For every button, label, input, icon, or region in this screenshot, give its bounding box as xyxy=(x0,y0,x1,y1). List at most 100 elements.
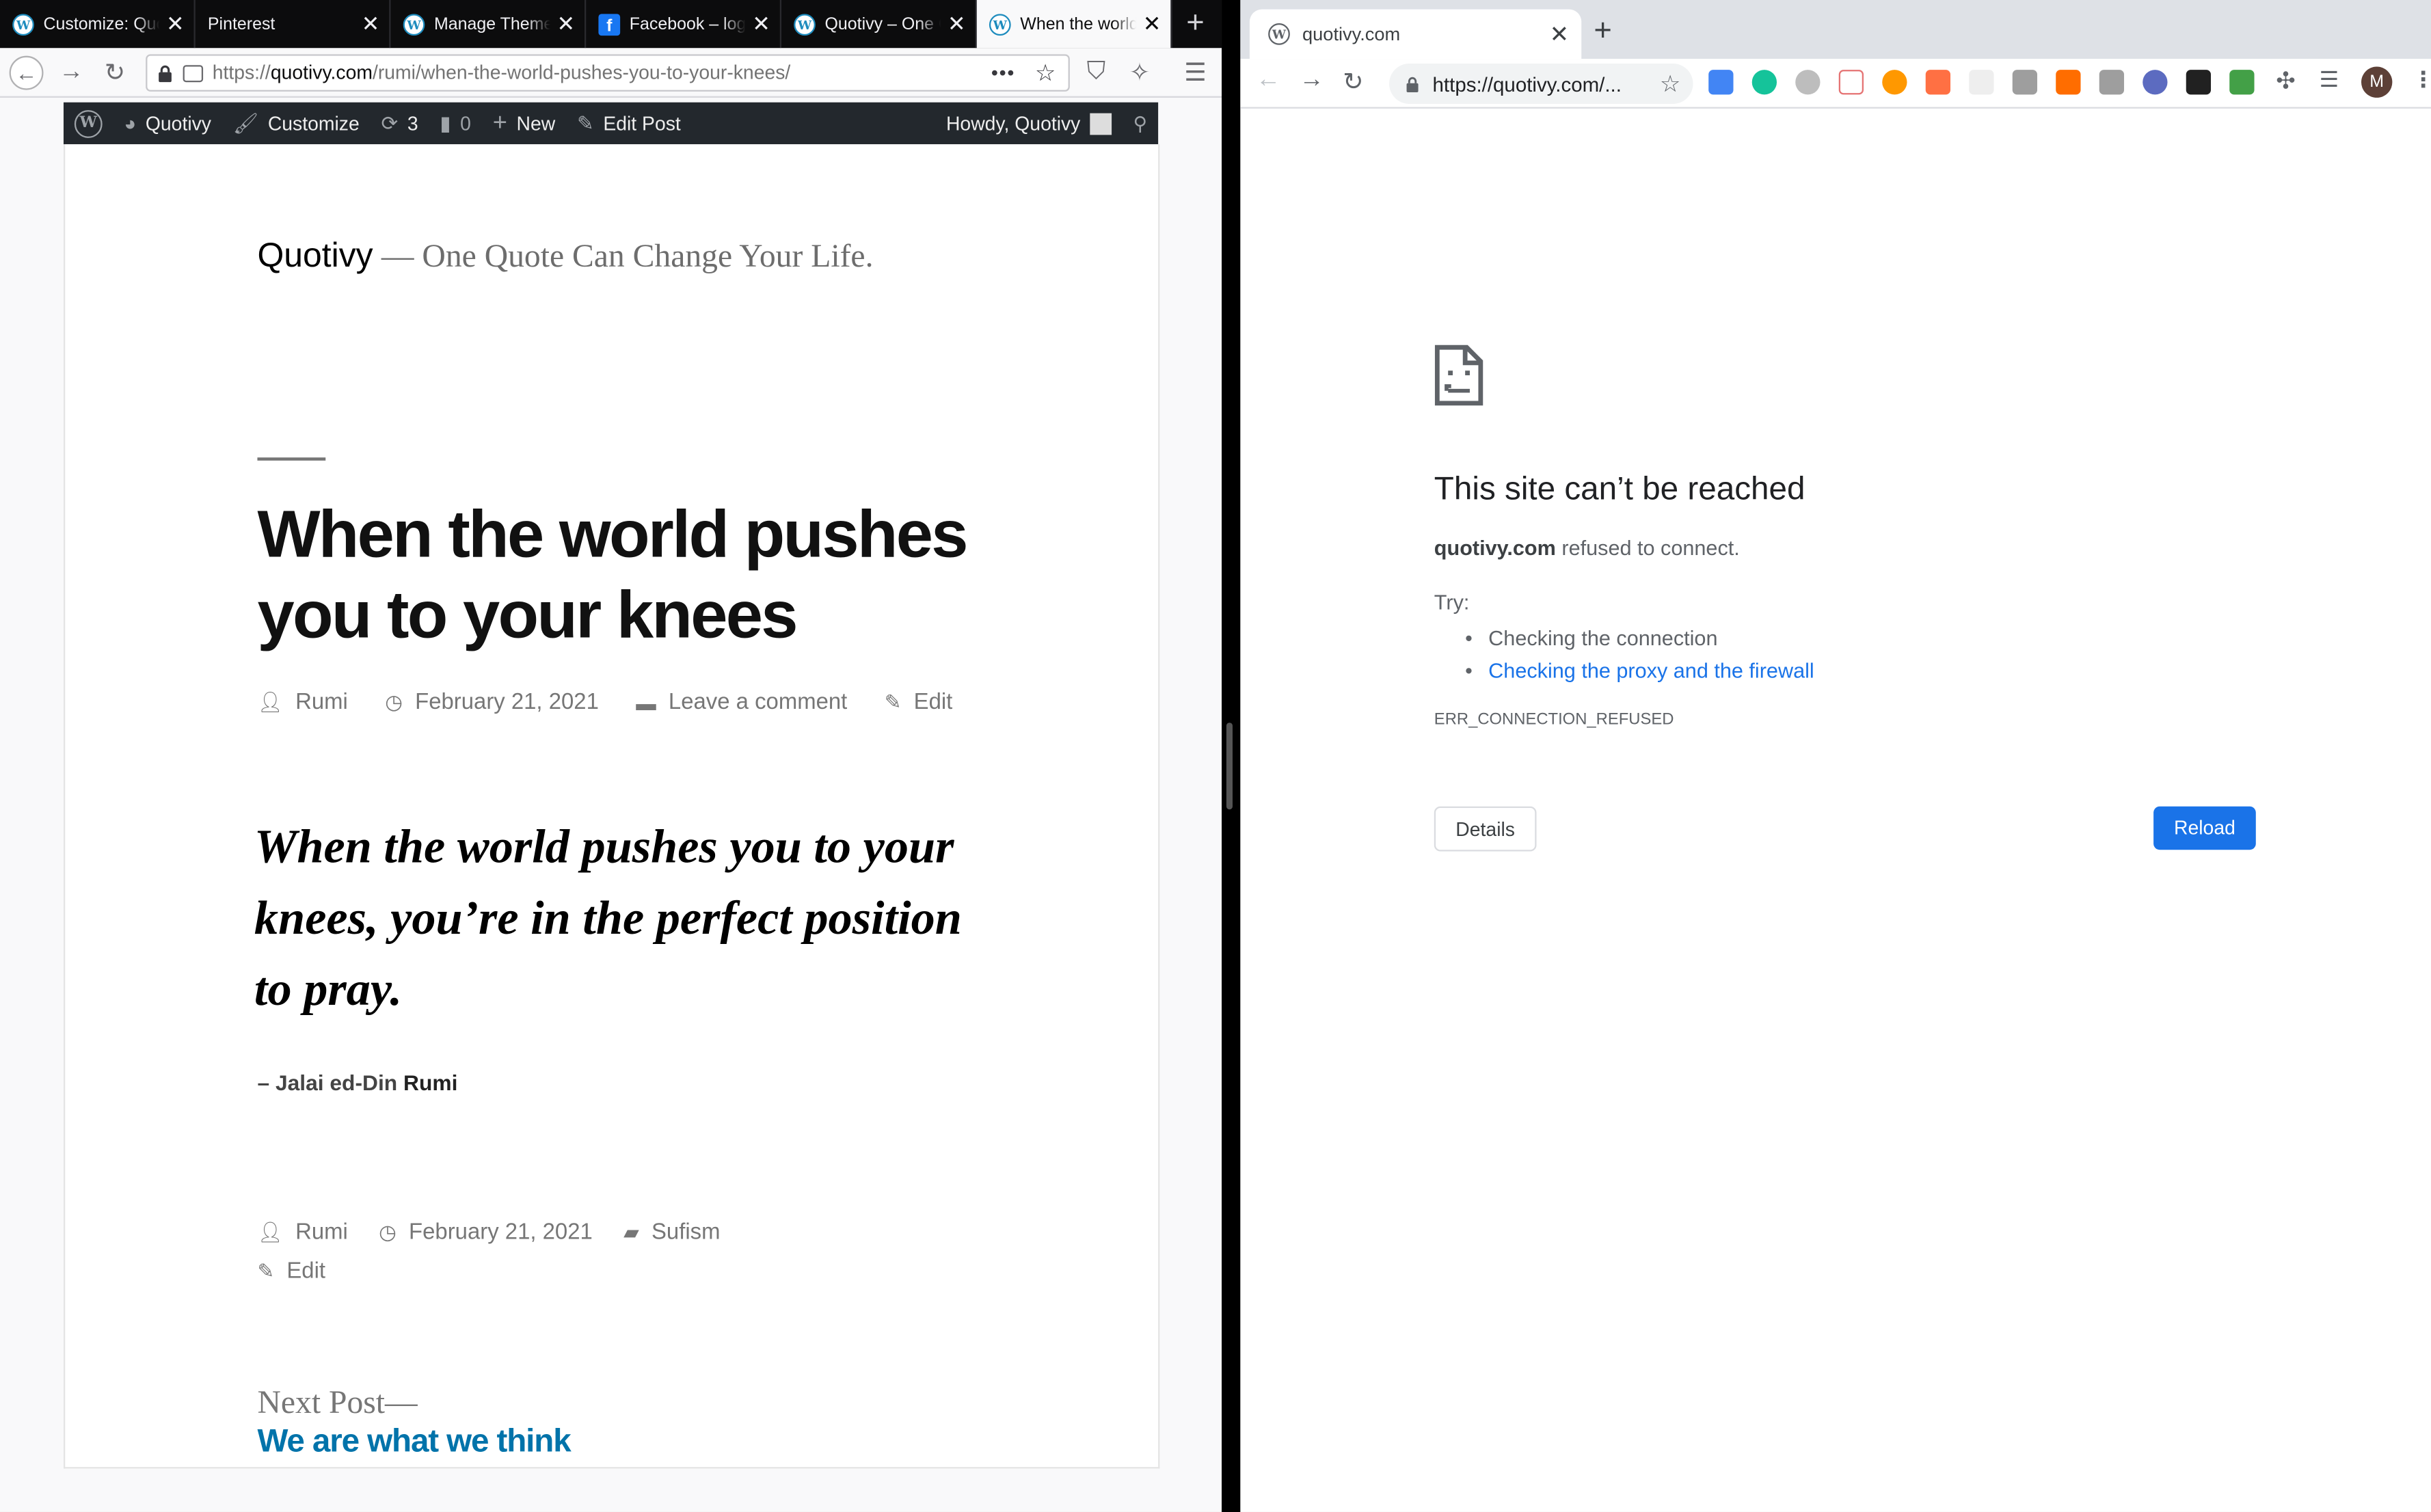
extension-blank-icon[interactable] xyxy=(1969,70,1994,95)
extension-translate-icon[interactable] xyxy=(1708,70,1734,95)
bookmark-star-icon[interactable]: ☆ xyxy=(1035,59,1056,87)
details-button[interactable]: Details xyxy=(1434,806,1537,852)
post-author-link[interactable]: Rumi xyxy=(295,690,348,715)
camera-icon[interactable] xyxy=(2099,70,2125,95)
firefox-window: W Customize: Quotivy ✕ Pinterest ✕ W Man… xyxy=(0,0,1222,1512)
tab-title: Pinterest xyxy=(207,14,276,33)
admin-search-icon[interactable]: ⚲ xyxy=(1123,103,1159,144)
site-description: — One Quote Can Change Your Life. xyxy=(381,237,874,275)
media-queue-icon[interactable]: ☰ xyxy=(2320,67,2339,94)
extension-black-icon[interactable] xyxy=(2186,70,2212,95)
post-title: When the world pushes you to your knees xyxy=(257,498,968,653)
footer-edit-link[interactable]: Edit xyxy=(286,1259,325,1284)
hamburger-menu-icon[interactable]: ☰ xyxy=(1180,57,1211,88)
tab-strip: W Customize: Quotivy ✕ Pinterest ✕ W Man… xyxy=(0,0,1222,49)
account-menu[interactable]: Howdy, Quotivy xyxy=(935,103,1123,144)
new-tab-button[interactable]: + xyxy=(1172,0,1219,48)
extension-window-icon[interactable] xyxy=(2012,70,2038,95)
url-bar[interactable]: https://quotivy.com/rumi/when-the-world-… xyxy=(146,54,1070,92)
post-meta-footer-edit: ✎ Edit xyxy=(257,1259,325,1284)
error-code: ERR_CONNECTION_REFUSED xyxy=(1434,710,1674,729)
extension-badge-icon[interactable] xyxy=(2143,70,2168,95)
divider-grip[interactable] xyxy=(1226,723,1233,810)
new-content-menu[interactable]: + New xyxy=(482,103,566,144)
chrome-tab-strip: W quotivy.com ✕ + xyxy=(1240,0,2431,59)
close-tab-icon[interactable]: ✕ xyxy=(361,11,380,38)
edit-link[interactable]: Edit xyxy=(914,690,953,715)
tab-title: Customize: Quotivy xyxy=(43,14,160,33)
new-label: New xyxy=(516,112,556,135)
footer-date-link[interactable]: February 21, 2021 xyxy=(409,1220,593,1245)
forward-button[interactable]: → xyxy=(56,57,87,88)
forward-button[interactable]: → xyxy=(1300,67,1324,95)
wordpress-icon: W xyxy=(794,13,816,36)
pencil-icon: ✎ xyxy=(884,690,902,714)
post-meta-top: 👤︎ Rumi ◷ February 21, 2021 ▬ Leave a co… xyxy=(257,690,952,715)
plus-icon: + xyxy=(492,109,507,136)
profile-avatar[interactable]: M xyxy=(2361,66,2393,98)
back-button[interactable]: ← xyxy=(1256,67,1280,95)
tab-quotivy[interactable]: W quotivy.com ✕ xyxy=(1249,9,1582,59)
shield-icon[interactable]: ⛉ xyxy=(1081,57,1112,88)
updates-link[interactable]: ⟳ 3 xyxy=(371,103,429,144)
new-tab-button[interactable]: + xyxy=(1594,14,1612,49)
split-view-divider[interactable] xyxy=(1222,0,1241,1512)
close-tab-icon[interactable]: ✕ xyxy=(556,11,575,38)
extension-orange-icon[interactable] xyxy=(1882,70,1907,95)
close-tab-icon[interactable]: ✕ xyxy=(1142,11,1161,38)
facebook-icon: f xyxy=(598,13,621,36)
customize-link[interactable]: 🖌 Customize xyxy=(222,103,371,144)
pencil-icon: ✎ xyxy=(576,111,594,135)
extension-icon[interactable]: ✧ xyxy=(1124,57,1155,88)
grammarly-icon[interactable] xyxy=(1751,70,1777,95)
extension-battery-icon[interactable] xyxy=(2229,70,2255,95)
suggestion-item: Checking the connection xyxy=(1465,622,1814,655)
suggestion-link-proxy[interactable]: Checking the proxy and the firewall xyxy=(1465,654,1814,687)
tab-manage-themes[interactable]: W Manage Themes ✕ xyxy=(391,0,587,49)
post-date-link[interactable]: February 21, 2021 xyxy=(415,690,599,715)
site-title[interactable]: Quotivy xyxy=(257,236,373,276)
folder-icon: ▰ xyxy=(623,1220,639,1244)
error-domain: quotivy.com xyxy=(1434,536,1556,561)
close-tab-icon[interactable]: ✕ xyxy=(948,11,966,38)
extension-gray-icon[interactable] xyxy=(1795,70,1821,95)
chrome-menu-icon[interactable]: ⋮ xyxy=(2413,67,2431,94)
reload-button[interactable]: ↻ xyxy=(99,57,130,88)
reload-page-button[interactable]: Reload xyxy=(2153,806,2256,850)
title-divider xyxy=(257,457,326,461)
extension-chart-icon[interactable] xyxy=(2056,70,2081,95)
back-button[interactable]: ← xyxy=(9,55,44,90)
tab-customize[interactable]: W Customize: Quotivy ✕ xyxy=(0,0,196,49)
wordpress-icon: W xyxy=(1268,23,1290,45)
footer-author-link[interactable]: Rumi xyxy=(295,1220,348,1245)
puzzle-extensions-icon[interactable]: ✣ xyxy=(2276,67,2296,95)
person-icon: 👤︎ xyxy=(257,690,283,714)
extension-trend-icon[interactable] xyxy=(1838,70,1864,95)
site-name-menu[interactable]: ◕ Quotivy xyxy=(113,103,222,144)
page-actions-button[interactable]: ••• xyxy=(991,62,1015,84)
comment-icon: ▬ xyxy=(636,690,656,714)
updates-count: 3 xyxy=(407,112,418,135)
tab-pinterest[interactable]: Pinterest ✕ xyxy=(196,0,391,49)
next-post-link[interactable]: We are what we think xyxy=(257,1424,571,1461)
suggestion-list: Checking the connection Checking the pro… xyxy=(1465,622,1814,687)
site-name-label: Quotivy xyxy=(145,112,212,135)
extension-leaf-icon[interactable] xyxy=(1925,70,1951,95)
close-tab-icon[interactable]: ✕ xyxy=(1550,20,1570,49)
comments-link[interactable]: ▮ 0 xyxy=(429,103,481,144)
clock-icon: ◷ xyxy=(379,1220,397,1244)
category-link[interactable]: Sufism xyxy=(652,1220,721,1245)
omnibox[interactable]: https://quotivy.com/... ☆ xyxy=(1389,64,1693,105)
page-info-icon[interactable] xyxy=(183,64,204,82)
tab-when-the-world[interactable]: W When the world ✕ xyxy=(976,0,1172,49)
tab-title: quotivy.com xyxy=(1302,23,1401,45)
close-tab-icon[interactable]: ✕ xyxy=(752,11,770,38)
tab-quotivy-home[interactable]: W Quotivy – One Quote ✕ xyxy=(781,0,977,49)
tab-facebook[interactable]: f Facebook – log in ✕ xyxy=(586,0,782,49)
bookmark-star-icon[interactable]: ☆ xyxy=(1660,70,1681,98)
edit-post-link[interactable]: ✎ Edit Post xyxy=(566,103,692,144)
wp-logo-menu[interactable]: W xyxy=(64,103,113,144)
close-tab-icon[interactable]: ✕ xyxy=(166,11,185,38)
leave-comment-link[interactable]: Leave a comment xyxy=(669,690,847,715)
reload-button[interactable]: ↻ xyxy=(1343,67,1363,98)
